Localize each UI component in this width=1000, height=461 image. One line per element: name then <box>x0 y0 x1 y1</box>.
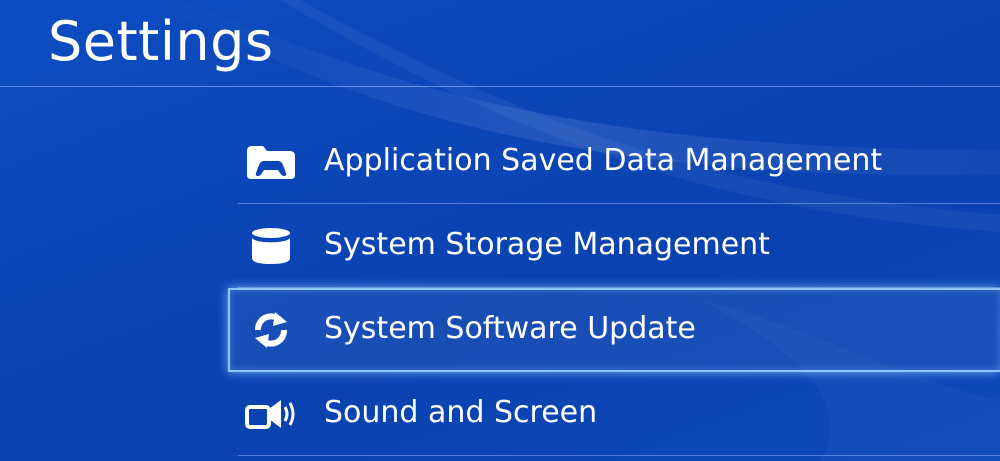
menu-item-label: System Storage Management <box>324 227 770 262</box>
menu-item-application-saved-data[interactable]: Application Saved Data Management <box>228 120 1000 204</box>
menu-item-sound-and-screen[interactable]: Sound and Screen <box>228 372 1000 456</box>
settings-menu: Application Saved Data Management System… <box>228 120 1000 456</box>
settings-screen: Settings Application Saved Data Manageme… <box>0 0 1000 461</box>
update-arrows-icon <box>244 310 298 350</box>
menu-item-label: Sound and Screen <box>324 395 598 430</box>
menu-item-system-storage[interactable]: System Storage Management <box>228 204 1000 288</box>
menu-divider <box>238 455 1000 456</box>
menu-item-label: Application Saved Data Management <box>324 143 883 178</box>
page-title: Settings <box>48 10 274 73</box>
speaker-screen-icon <box>244 394 298 434</box>
menu-item-label: System Software Update <box>324 311 696 346</box>
storage-cylinder-icon <box>244 226 298 266</box>
title-divider <box>0 86 1000 87</box>
menu-item-system-software-update[interactable]: System Software Update <box>228 288 1000 372</box>
folder-controller-icon <box>244 142 298 182</box>
